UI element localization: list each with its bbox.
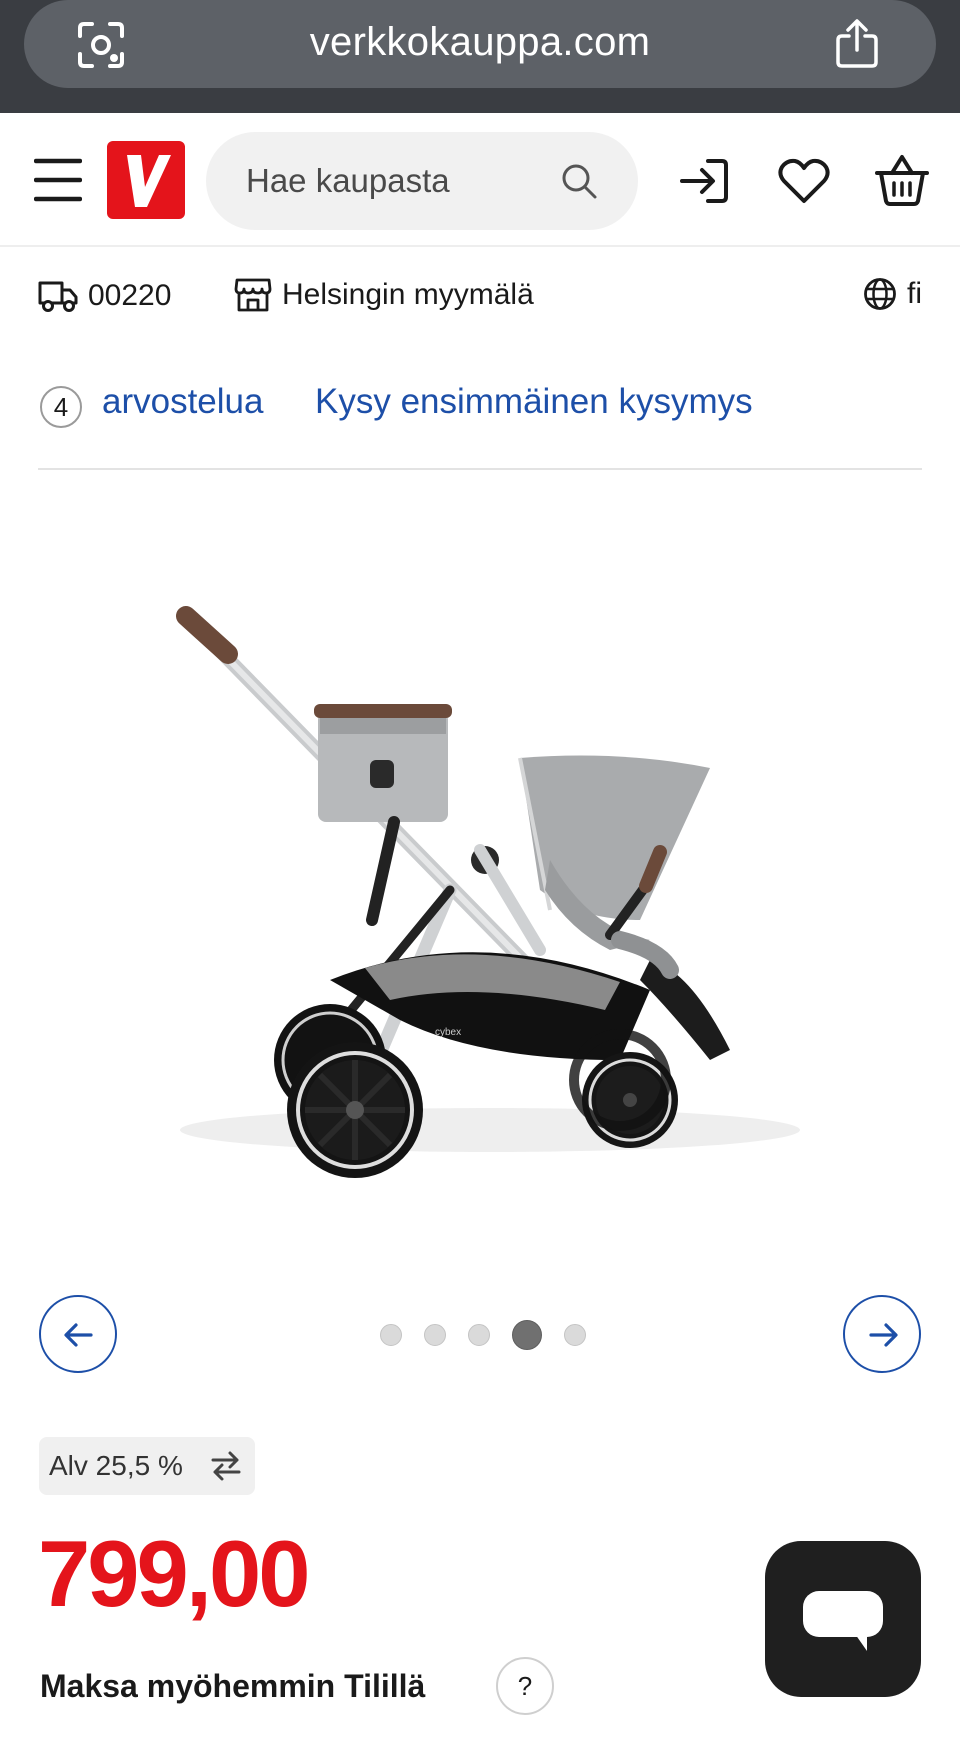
search-icon[interactable] (560, 162, 598, 200)
info-bar: 00220 Helsingin myymälä fi (0, 247, 960, 347)
reviews-link[interactable]: arvostelua (102, 382, 263, 422)
login-icon[interactable] (678, 157, 730, 205)
ask-question-link[interactable]: Kysy ensimmäinen kysymys (315, 382, 753, 422)
carousel-prev-button[interactable] (39, 1295, 117, 1373)
menu-icon[interactable] (34, 155, 82, 205)
product-price: 799,00 (38, 1521, 311, 1626)
carousel-dots (380, 1320, 586, 1350)
url-text[interactable]: verkkokauppa.com (24, 20, 936, 65)
paylater-label: Maksa myöhemmin Tilillä (40, 1668, 426, 1704)
carousel-dot[interactable] (380, 1324, 402, 1346)
site-header: Hae kaupasta (0, 113, 960, 247)
delivery-postcode[interactable]: 00220 (38, 279, 171, 313)
postcode-text: 00220 (88, 279, 172, 312)
browser-toolbar: verkkokauppa.com (0, 0, 960, 113)
store-name: Helsingin myymälä (282, 278, 534, 311)
carousel-dot[interactable] (424, 1324, 446, 1346)
vat-toggle[interactable]: Alv 25,5 % (39, 1437, 255, 1495)
svg-text:cybex: cybex (435, 1027, 461, 1038)
language-selector[interactable]: fi (863, 277, 922, 311)
address-bar[interactable]: verkkokauppa.com (24, 0, 936, 88)
carousel-dot[interactable] (468, 1324, 490, 1346)
carousel-dot-active[interactable] (512, 1320, 542, 1350)
truck-icon (38, 281, 78, 312)
carousel-next-button[interactable] (843, 1295, 921, 1373)
search-input[interactable]: Hae kaupasta (206, 132, 638, 230)
arrow-right-icon (869, 1323, 898, 1347)
chat-button[interactable] (765, 1541, 921, 1697)
carousel-dot[interactable] (564, 1324, 586, 1346)
search-placeholder: Hae kaupasta (246, 162, 450, 199)
store-selector[interactable]: Helsingin myymälä (234, 277, 534, 313)
chat-icon (803, 1591, 883, 1651)
paylater-help-button[interactable]: ? (496, 1657, 554, 1715)
logo-mark (127, 155, 171, 207)
verkkokauppa-logo[interactable] (107, 141, 185, 219)
language-code: fi (907, 277, 922, 310)
reviews-row: 4 arvostelua Kysy ensimmäinen kysymys (38, 380, 922, 470)
basket-icon[interactable] (874, 153, 930, 207)
arrow-left-icon (64, 1323, 93, 1347)
product-image[interactable]: cybex (150, 590, 810, 1190)
swap-arrows-icon (211, 1451, 241, 1481)
vat-label: Alv 25,5 % (49, 1450, 183, 1481)
globe-icon (864, 278, 896, 310)
share-icon[interactable] (834, 18, 880, 70)
store-icon (234, 278, 272, 312)
heart-icon[interactable] (778, 157, 830, 205)
review-count-badge: 4 (40, 386, 82, 428)
